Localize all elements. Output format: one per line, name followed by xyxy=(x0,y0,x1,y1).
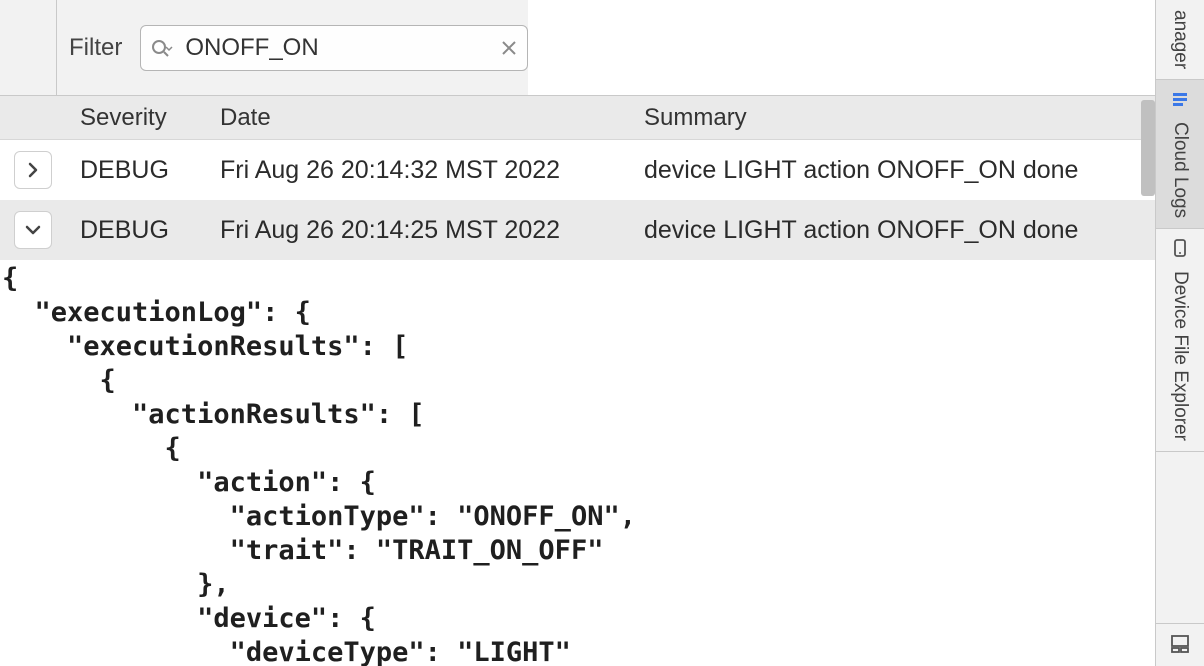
expand-toggle[interactable] xyxy=(14,151,52,189)
cell-severity: DEBUG xyxy=(80,156,220,185)
col-summary: Summary xyxy=(644,104,1155,132)
layout-icon xyxy=(1170,634,1190,654)
cell-date: Fri Aug 26 20:14:32 MST 2022 xyxy=(220,156,644,185)
search-icon[interactable] xyxy=(151,39,173,57)
left-gutter xyxy=(0,0,57,95)
log-row[interactable]: DEBUG Fri Aug 26 20:14:32 MST 2022 devic… xyxy=(0,140,1155,200)
collapse-toggle[interactable] xyxy=(14,211,52,249)
cell-date: Fri Aug 26 20:14:25 MST 2022 xyxy=(220,216,644,245)
col-date: Date xyxy=(220,104,644,132)
filter-search-box[interactable] xyxy=(140,25,528,71)
side-tab-label: Device File Explorer xyxy=(1169,271,1191,441)
side-tab-cloud-logs[interactable]: Cloud Logs xyxy=(1156,80,1204,229)
cell-severity: DEBUG xyxy=(80,216,220,245)
cell-summary: device LIGHT action ONOFF_ON done xyxy=(644,216,1155,245)
device-icon xyxy=(1172,239,1188,263)
side-tab-manager[interactable]: anager xyxy=(1156,0,1204,80)
cloud-logs-icon xyxy=(1171,90,1189,114)
chevron-right-icon xyxy=(25,162,41,178)
scrollbar-thumb[interactable] xyxy=(1141,100,1155,196)
side-bottom-button[interactable] xyxy=(1156,623,1204,666)
chevron-down-icon xyxy=(25,222,41,238)
side-tab-device-file-explorer[interactable]: Device File Explorer xyxy=(1156,229,1204,452)
log-table-header: Severity Date Summary xyxy=(0,96,1155,140)
side-rail: anager Cloud Logs Device File Explorer xyxy=(1155,0,1204,666)
side-tab-label: anager xyxy=(1169,10,1191,69)
filter-label: Filter xyxy=(69,34,122,62)
side-tab-label: Cloud Logs xyxy=(1169,122,1191,218)
cell-summary: device LIGHT action ONOFF_ON done xyxy=(644,156,1155,185)
log-row[interactable]: DEBUG Fri Aug 26 20:14:25 MST 2022 devic… xyxy=(0,200,1155,260)
log-json-body: { "executionLog": { "executionResults": … xyxy=(0,260,1155,666)
clear-icon[interactable] xyxy=(501,40,517,56)
col-severity: Severity xyxy=(80,104,220,132)
filter-input[interactable] xyxy=(183,33,501,63)
